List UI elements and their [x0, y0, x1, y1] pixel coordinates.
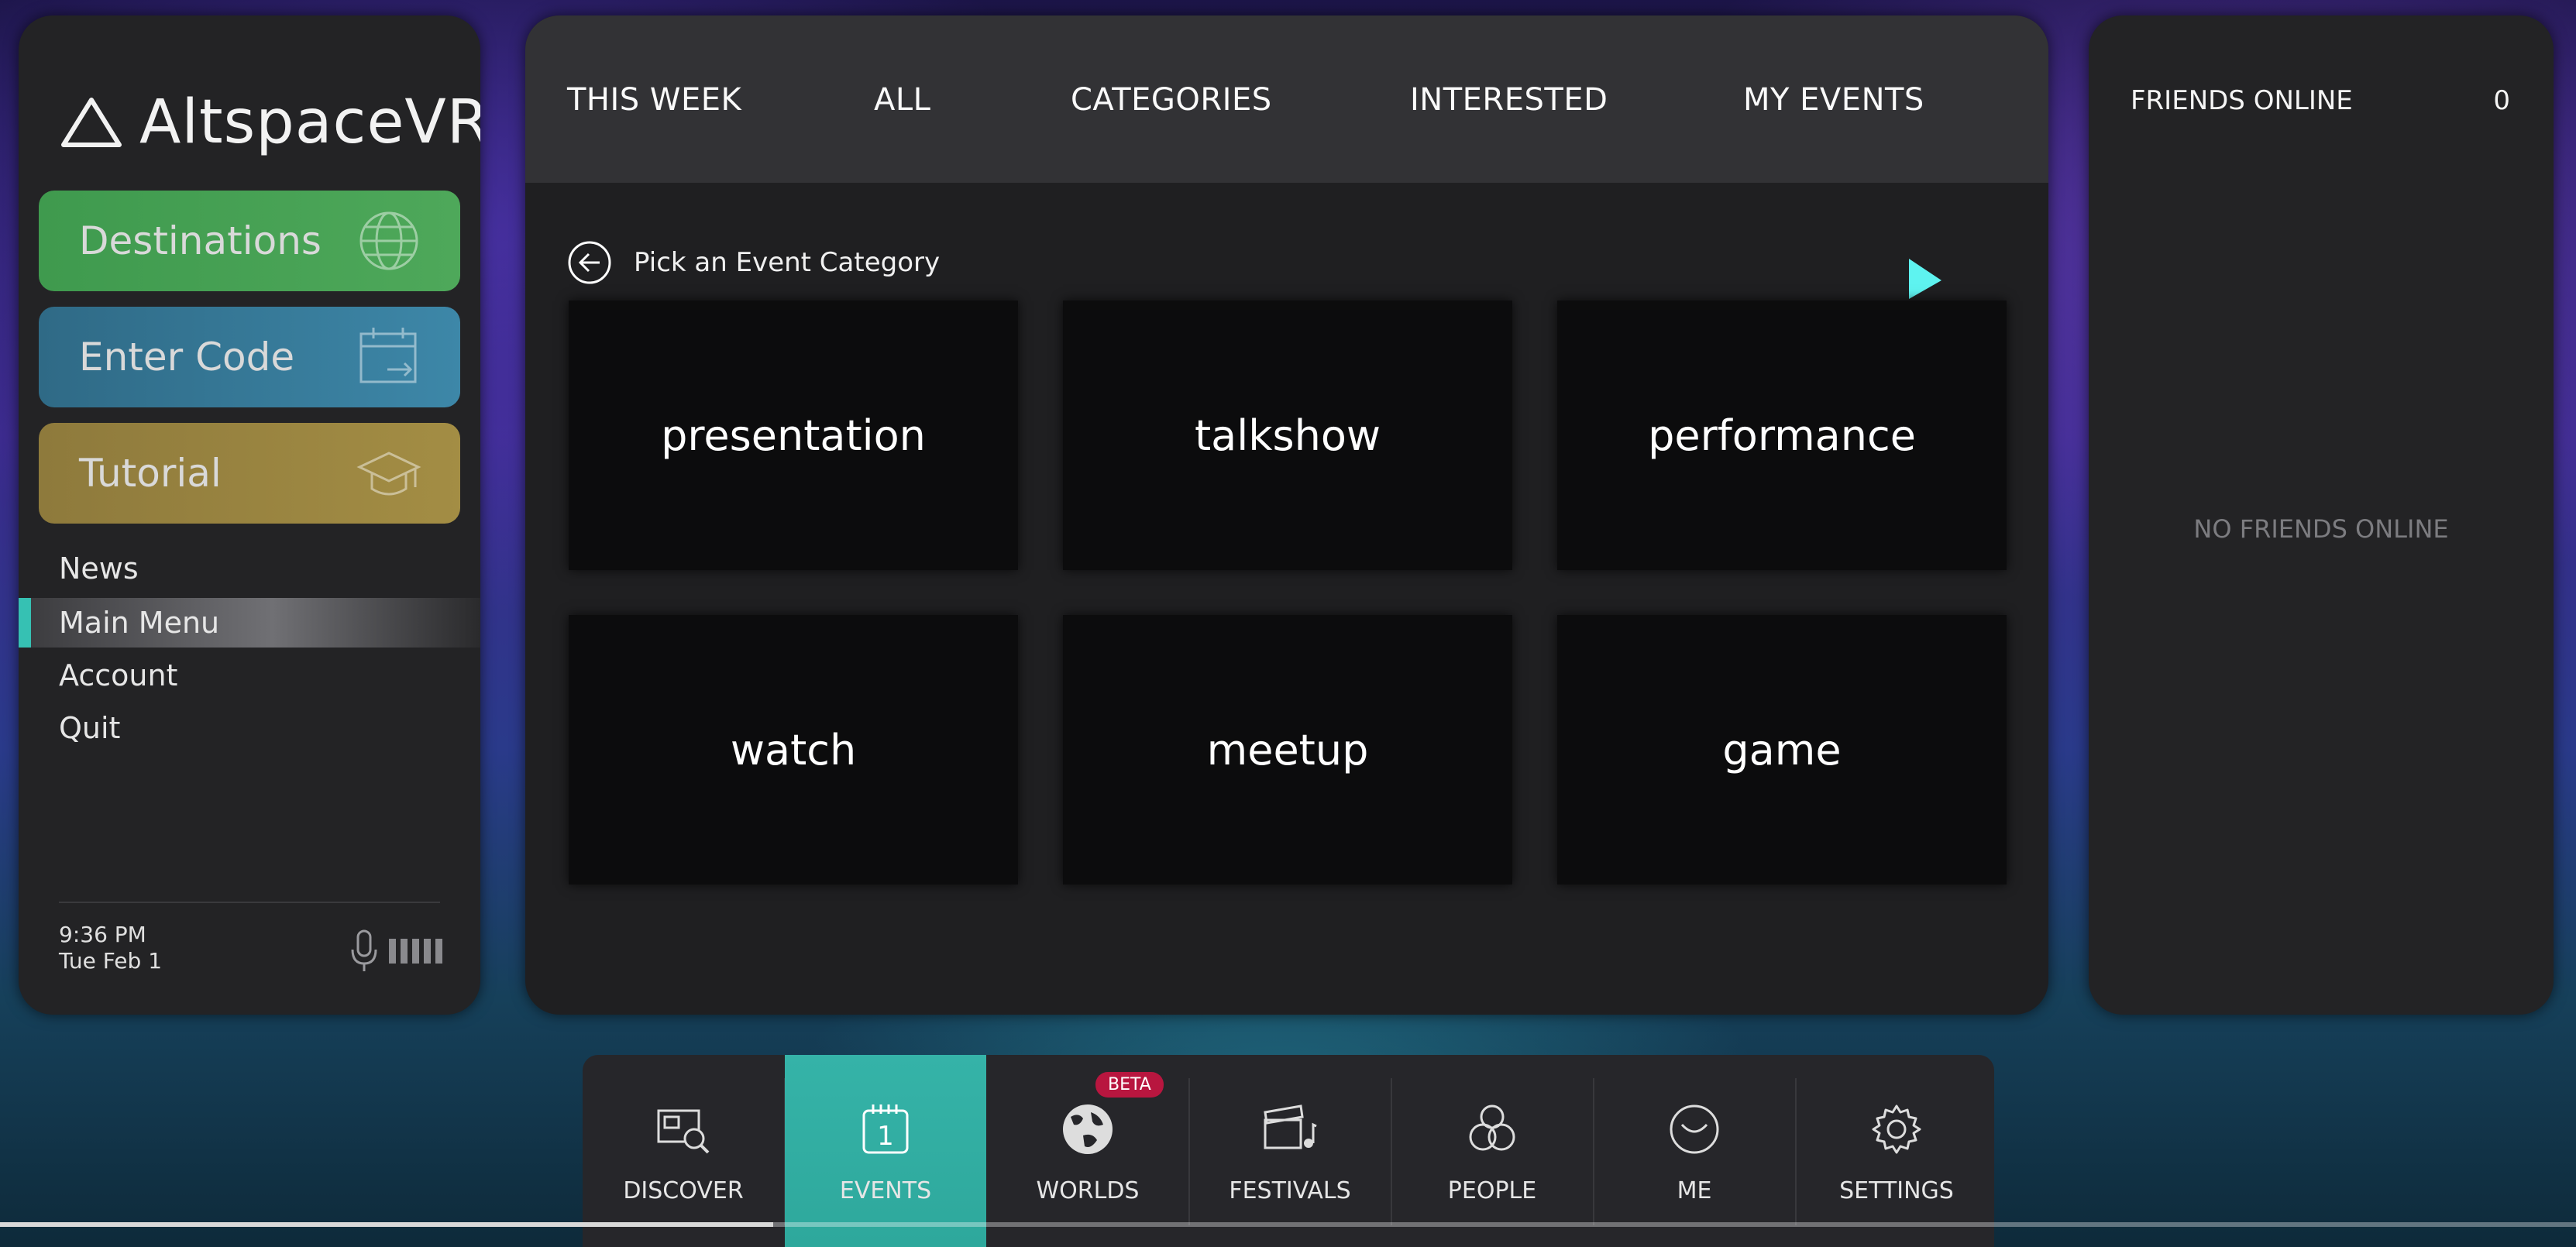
dock-events[interactable]: 1 EVENTS — [785, 1055, 986, 1247]
dock-settings[interactable]: SETTINGS — [1796, 1055, 1994, 1247]
dock-me[interactable]: ME — [1594, 1055, 1795, 1247]
sidebar-panel: AltspaceVR Destinations Enter Code Tutor… — [19, 15, 480, 1015]
worlds-beta-badge: BETA — [1095, 1072, 1164, 1098]
dock-discover[interactable]: DISCOVER — [583, 1055, 784, 1247]
no-friends-message: NO FRIENDS ONLINE — [2193, 514, 2449, 544]
menu-item-account[interactable]: Account — [59, 658, 177, 692]
festivals-icon — [1264, 1104, 1317, 1149]
destinations-button[interactable]: Destinations — [39, 191, 460, 291]
destinations-label: Destinations — [79, 218, 322, 263]
dock-people-label: PEOPLE — [1447, 1177, 1537, 1204]
gear-icon — [1872, 1104, 1921, 1154]
dock-people[interactable]: PEOPLE — [1391, 1055, 1593, 1247]
tab-this-week[interactable]: THIS WEEK — [567, 82, 741, 118]
playback-progress-bar[interactable] — [0, 1222, 2576, 1227]
dock-worlds-label: WORLDS — [1036, 1177, 1140, 1204]
clock: 9:36 PM Tue Feb 1 — [59, 922, 162, 974]
dock-events-label: EVENTS — [839, 1177, 932, 1204]
category-card-talkshow[interactable]: talkshow — [1063, 301, 1512, 570]
app-logo: AltspaceVR — [59, 76, 480, 169]
enter-code-button[interactable]: Enter Code — [39, 307, 460, 407]
tutorial-label: Tutorial — [79, 451, 222, 496]
category-card-meetup[interactable]: meetup — [1063, 615, 1512, 885]
events-tab-bar: THIS WEEK ALL CATEGORIES INTERESTED MY E… — [525, 15, 2048, 183]
dock-settings-label: SETTINGS — [1839, 1177, 1954, 1204]
menu-item-main-menu[interactable]: Main Menu — [59, 606, 219, 640]
mic-level-meter — [389, 939, 442, 964]
back-arrow-icon[interactable] — [567, 240, 612, 285]
clock-date: Tue Feb 1 — [59, 948, 163, 974]
footer-divider — [59, 902, 440, 903]
playback-progress-fill — [0, 1222, 773, 1227]
calendar-arrow-icon — [359, 328, 417, 383]
globe-icon — [359, 211, 418, 270]
category-card-game[interactable]: game — [1557, 615, 2007, 885]
altspace-triangle-icon — [61, 98, 122, 147]
category-card-performance[interactable]: performance — [1557, 301, 2007, 570]
friends-panel: FRIENDS ONLINE 0 NO FRIENDS ONLINE — [2089, 15, 2554, 1015]
friends-online-count: 0 — [2493, 85, 2510, 116]
bottom-dock: DISCOVER 1 EVENTS WORLDS BETA FESTIVALS — [583, 1055, 1994, 1247]
globe-icon — [1063, 1104, 1113, 1154]
tab-categories[interactable]: CATEGORIES — [1071, 82, 1272, 118]
people-icon — [1469, 1104, 1515, 1151]
pointer-cursor-icon — [1909, 259, 1941, 299]
menu-item-quit[interactable]: Quit — [59, 711, 120, 745]
microphone-icon[interactable] — [349, 929, 380, 973]
events-panel: THIS WEEK ALL CATEGORIES INTERESTED MY E… — [525, 15, 2048, 1015]
discover-icon — [657, 1109, 710, 1154]
main-menu-accent-bar — [19, 598, 31, 648]
friends-online-title: FRIENDS ONLINE — [2131, 85, 2353, 116]
app-name: AltspaceVR — [139, 88, 480, 157]
dock-me-label: ME — [1677, 1177, 1712, 1204]
smiley-icon — [1670, 1104, 1719, 1154]
category-card-watch[interactable]: watch — [569, 615, 1018, 885]
tab-my-events[interactable]: MY EVENTS — [1743, 82, 1924, 118]
dock-festivals-label: FESTIVALS — [1229, 1177, 1351, 1204]
svg-text:1: 1 — [877, 1121, 894, 1152]
clock-time: 9:36 PM — [59, 922, 146, 947]
dock-festivals[interactable]: FESTIVALS — [1189, 1055, 1391, 1247]
graduation-cap-icon — [356, 452, 421, 496]
tab-interested[interactable]: INTERESTED — [1410, 82, 1608, 118]
enter-code-label: Enter Code — [79, 335, 295, 380]
events-calendar-icon: 1 — [862, 1104, 909, 1154]
tutorial-button[interactable]: Tutorial — [39, 423, 460, 524]
dock-discover-label: DISCOVER — [623, 1177, 744, 1204]
pick-category-header: Pick an Event Category — [567, 240, 940, 285]
category-card-presentation[interactable]: presentation — [569, 301, 1018, 570]
menu-item-news[interactable]: News — [59, 551, 139, 586]
pick-category-title: Pick an Event Category — [634, 247, 941, 278]
tab-all[interactable]: ALL — [874, 82, 930, 118]
